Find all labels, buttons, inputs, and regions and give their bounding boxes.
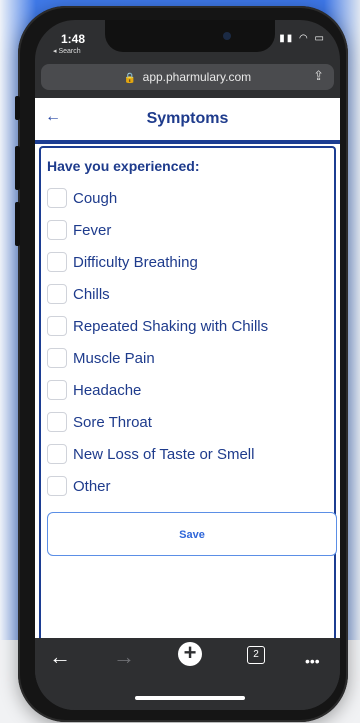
volume-up-button — [15, 146, 20, 190]
checkbox[interactable] — [47, 412, 67, 432]
checkbox[interactable] — [47, 188, 67, 208]
checkbox[interactable] — [47, 252, 67, 272]
symptom-row-repeated-shaking[interactable]: Repeated Shaking with Chills — [47, 310, 327, 342]
symptom-label: Sore Throat — [73, 413, 152, 431]
symptom-label: Chills — [73, 285, 110, 303]
share-icon[interactable]: ⇪ — [313, 68, 324, 84]
status-time: 1:48 — [61, 32, 86, 46]
symptom-list: Cough Fever Difficulty Breathing Chills … — [47, 182, 327, 502]
battery-icon: ▭ — [314, 33, 326, 44]
symptom-row-cough[interactable]: Cough — [47, 182, 327, 214]
symptom-row-sore-throat[interactable]: Sore Throat — [47, 406, 327, 438]
wifi-icon: ◠ — [299, 33, 310, 44]
symptom-row-loss-taste-smell[interactable]: New Loss of Taste or Smell — [47, 438, 327, 470]
url-text: app.pharmulary.com — [142, 70, 252, 84]
checkbox[interactable] — [47, 348, 67, 368]
checkbox[interactable] — [47, 316, 67, 336]
checkbox[interactable] — [47, 476, 67, 496]
volume-down-button — [15, 202, 20, 246]
tabs-button[interactable]: 2 — [247, 646, 265, 664]
forward-icon[interactable]: → — [113, 646, 135, 668]
status-bar: 1:48 ◂ Search ▮▮ ◠ ▭ — [35, 32, 340, 60]
symptom-label: Cough — [73, 189, 118, 207]
symptom-label: Fever — [73, 221, 112, 239]
symptom-label: Other — [73, 477, 111, 495]
new-tab-icon[interactable]: + — [178, 642, 202, 666]
symptom-row-chills[interactable]: Chills — [47, 278, 327, 310]
lock-icon: 🔒 — [123, 73, 137, 84]
symptom-label: Repeated Shaking with Chills — [73, 317, 269, 335]
back-to-search-link[interactable]: ◂ Search — [53, 47, 81, 55]
back-icon[interactable]: ← — [49, 646, 71, 668]
symptom-label: Headache — [73, 381, 142, 399]
symptoms-panel: Have you experienced: Cough Fever Diffic… — [39, 146, 337, 638]
symptom-row-fever[interactable]: Fever — [47, 214, 327, 246]
browser-toolbar: ← → + 2 ••• — [35, 638, 340, 710]
more-icon[interactable]: ••• — [305, 650, 320, 672]
page-title: Symptoms — [146, 110, 229, 127]
checkbox[interactable] — [47, 220, 67, 240]
checkbox[interactable] — [47, 444, 67, 464]
symptom-row-difficulty-breathing[interactable]: Difficulty Breathing — [47, 246, 327, 278]
home-indicator — [135, 696, 245, 700]
status-icons: ▮▮ ◠ ▭ — [279, 33, 326, 44]
symptom-row-muscle-pain[interactable]: Muscle Pain — [47, 342, 327, 374]
mute-switch — [15, 96, 20, 120]
symptom-label: New Loss of Taste or Smell — [73, 445, 255, 463]
question-label: Have you experienced: — [47, 158, 200, 174]
symptom-row-headache[interactable]: Headache — [47, 374, 327, 406]
address-bar[interactable]: 🔒 app.pharmulary.com ⇪ — [41, 64, 334, 90]
checkbox[interactable] — [47, 380, 67, 400]
phone-screen: 1:48 ◂ Search ▮▮ ◠ ▭ 🔒 app.pharmulary.co… — [35, 20, 340, 710]
web-content: ← Symptoms Have you experienced: Cough F… — [35, 98, 340, 638]
symptom-label: Muscle Pain — [73, 349, 155, 367]
symptom-label: Difficulty Breathing — [73, 253, 198, 271]
checkbox[interactable] — [47, 284, 67, 304]
save-button[interactable]: Save — [47, 512, 337, 556]
signal-icon: ▮▮ — [279, 33, 295, 44]
page-header: ← Symptoms — [35, 98, 340, 144]
symptom-row-other[interactable]: Other — [47, 470, 327, 502]
